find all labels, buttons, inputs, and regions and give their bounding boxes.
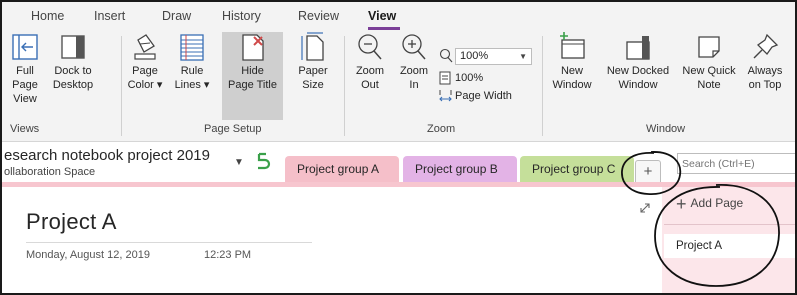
hide-page-title-label-2: Page Title bbox=[228, 79, 277, 91]
hundred-percent-label: 100% bbox=[455, 72, 484, 84]
dock-to-desktop-button[interactable]: Dock to Desktop bbox=[49, 32, 97, 92]
section-tab-label: Project group B bbox=[415, 162, 498, 176]
add-section-button[interactable]: + bbox=[635, 160, 661, 183]
window-group-label: Window bbox=[646, 123, 686, 135]
rule-lines-label-2: Lines ▾ bbox=[174, 79, 210, 91]
page-width-label: Page Width bbox=[455, 90, 512, 102]
zoom-out-icon bbox=[358, 34, 382, 60]
notebook-title[interactable]: esearch notebook project 2019 bbox=[4, 147, 210, 164]
dock-to-desktop-icon bbox=[61, 35, 85, 59]
new-window-label-1: New bbox=[560, 65, 583, 77]
notebook-bar: esearch notebook project 2019 ollaborati… bbox=[2, 143, 795, 186]
zoom-out-button[interactable]: Zoom Out bbox=[353, 32, 387, 92]
page-title[interactable]: Project A bbox=[26, 209, 117, 235]
sync-icon[interactable] bbox=[254, 150, 272, 170]
group-separator bbox=[344, 36, 345, 136]
tab-review[interactable]: Review bbox=[298, 9, 339, 23]
dock-to-desktop-label-2: Desktop bbox=[52, 79, 94, 91]
expand-icon[interactable] bbox=[639, 202, 651, 214]
hide-page-title-button[interactable]: Hide Page Title bbox=[222, 32, 283, 120]
page-color-icon bbox=[134, 34, 156, 60]
group-separator bbox=[542, 36, 543, 136]
notebook-location: ollaboration Space bbox=[4, 166, 96, 178]
onenote-window: Home Insert Draw History Review View Ful… bbox=[0, 0, 797, 295]
new-docked-window-label-1: New Docked bbox=[606, 65, 670, 77]
zoom-out-label-2: Out bbox=[361, 79, 379, 91]
section-tab-project-group-b[interactable]: Project group B bbox=[403, 156, 517, 183]
add-page-button[interactable]: + Add Page bbox=[666, 192, 795, 220]
page-setup-group-label: Page Setup bbox=[204, 123, 262, 135]
group-separator bbox=[121, 36, 122, 136]
always-on-top-button[interactable]: Always on Top bbox=[742, 32, 788, 92]
rule-lines-icon bbox=[180, 34, 204, 61]
views-group-label: Views bbox=[10, 123, 40, 135]
always-on-top-label-2: on Top bbox=[748, 79, 782, 91]
page-list-item[interactable]: Project A bbox=[664, 234, 795, 258]
hide-page-title-label-1: Hide bbox=[241, 65, 264, 77]
zoom-in-label-1: Zoom bbox=[399, 65, 429, 77]
page-color-button[interactable]: Page Color ▾ bbox=[124, 32, 166, 92]
section-tab-label: Project group C bbox=[532, 162, 616, 176]
zoom-in-button[interactable]: Zoom In bbox=[397, 32, 431, 92]
page-width-button[interactable]: Page Width bbox=[439, 88, 512, 104]
page-time: 12:23 PM bbox=[204, 249, 252, 261]
zoom-magnifier-icon bbox=[439, 48, 453, 63]
zoom-out-label-1: Zoom bbox=[355, 65, 385, 77]
section-tab-label: Project group A bbox=[297, 162, 380, 176]
paper-size-icon bbox=[301, 32, 324, 61]
hide-page-title-icon bbox=[241, 34, 264, 61]
tab-draw[interactable]: Draw bbox=[162, 9, 191, 23]
notebook-dropdown-icon[interactable]: ▼ bbox=[234, 157, 244, 168]
page-width-icon bbox=[439, 90, 452, 102]
page-color-label-2: Color ▾ bbox=[127, 79, 163, 91]
always-on-top-label-1: Always bbox=[747, 65, 783, 77]
title-divider bbox=[26, 242, 312, 243]
new-window-label-2: Window bbox=[552, 79, 592, 91]
section-tab-project-group-a[interactable]: Project group A bbox=[285, 156, 399, 183]
rule-lines-button[interactable]: Rule Lines ▾ bbox=[168, 32, 216, 92]
plus-icon: + bbox=[676, 193, 687, 214]
zoom-level-value: 100% bbox=[460, 50, 489, 62]
full-page-view-label-1: Full Page bbox=[12, 65, 38, 91]
section-tab-project-group-c[interactable]: Project group C bbox=[520, 156, 634, 183]
dock-to-desktop-label-1: Dock to bbox=[54, 65, 92, 77]
new-window-icon bbox=[560, 32, 585, 59]
paper-size-button[interactable]: Paper Size bbox=[291, 32, 335, 92]
pages-pane-divider bbox=[664, 224, 795, 225]
paper-size-label-1: Paper bbox=[298, 65, 328, 77]
hundred-percent-icon bbox=[439, 71, 451, 85]
zoom-in-label-2: In bbox=[409, 79, 419, 91]
ribbon-tab-bar: Home Insert Draw History Review View bbox=[2, 2, 795, 30]
zoom-group-label: Zoom bbox=[427, 123, 456, 135]
zoom-level-select[interactable]: 100% ▼ bbox=[455, 48, 532, 65]
rule-lines-label-1: Rule bbox=[180, 65, 204, 77]
new-quick-note-label-1: New Quick bbox=[682, 65, 736, 77]
zoom-in-icon bbox=[402, 34, 426, 60]
zoom-100-percent-button[interactable]: 100% bbox=[439, 70, 483, 86]
new-quick-note-button[interactable]: New Quick Note bbox=[678, 32, 740, 92]
search-input[interactable] bbox=[677, 153, 795, 174]
page-color-label-1: Page bbox=[132, 65, 158, 77]
new-quick-note-label-2: Note bbox=[697, 79, 721, 91]
tab-view[interactable]: View bbox=[368, 9, 396, 23]
paper-size-label-2: Size bbox=[302, 79, 324, 91]
new-docked-window-icon bbox=[626, 36, 650, 60]
full-page-view-icon bbox=[12, 34, 38, 60]
tab-insert[interactable]: Insert bbox=[94, 9, 125, 23]
new-docked-window-button[interactable]: New Docked Window bbox=[600, 32, 676, 92]
pin-icon bbox=[753, 33, 779, 59]
full-page-view-label-2: View bbox=[13, 93, 37, 105]
tab-home[interactable]: Home bbox=[31, 9, 64, 23]
page-date: Monday, August 12, 2019 bbox=[26, 249, 150, 261]
ribbon-view: Full Page View Dock to Desktop Views Pag… bbox=[2, 30, 795, 142]
full-page-view-button[interactable]: Full Page View bbox=[4, 32, 46, 106]
tab-history[interactable]: History bbox=[222, 9, 261, 23]
add-page-label: Add Page bbox=[690, 196, 744, 210]
new-window-button[interactable]: New Window bbox=[547, 32, 597, 92]
new-docked-window-label-2: Window bbox=[618, 79, 658, 91]
quick-note-icon bbox=[698, 36, 720, 58]
chevron-down-icon: ▼ bbox=[519, 52, 527, 61]
